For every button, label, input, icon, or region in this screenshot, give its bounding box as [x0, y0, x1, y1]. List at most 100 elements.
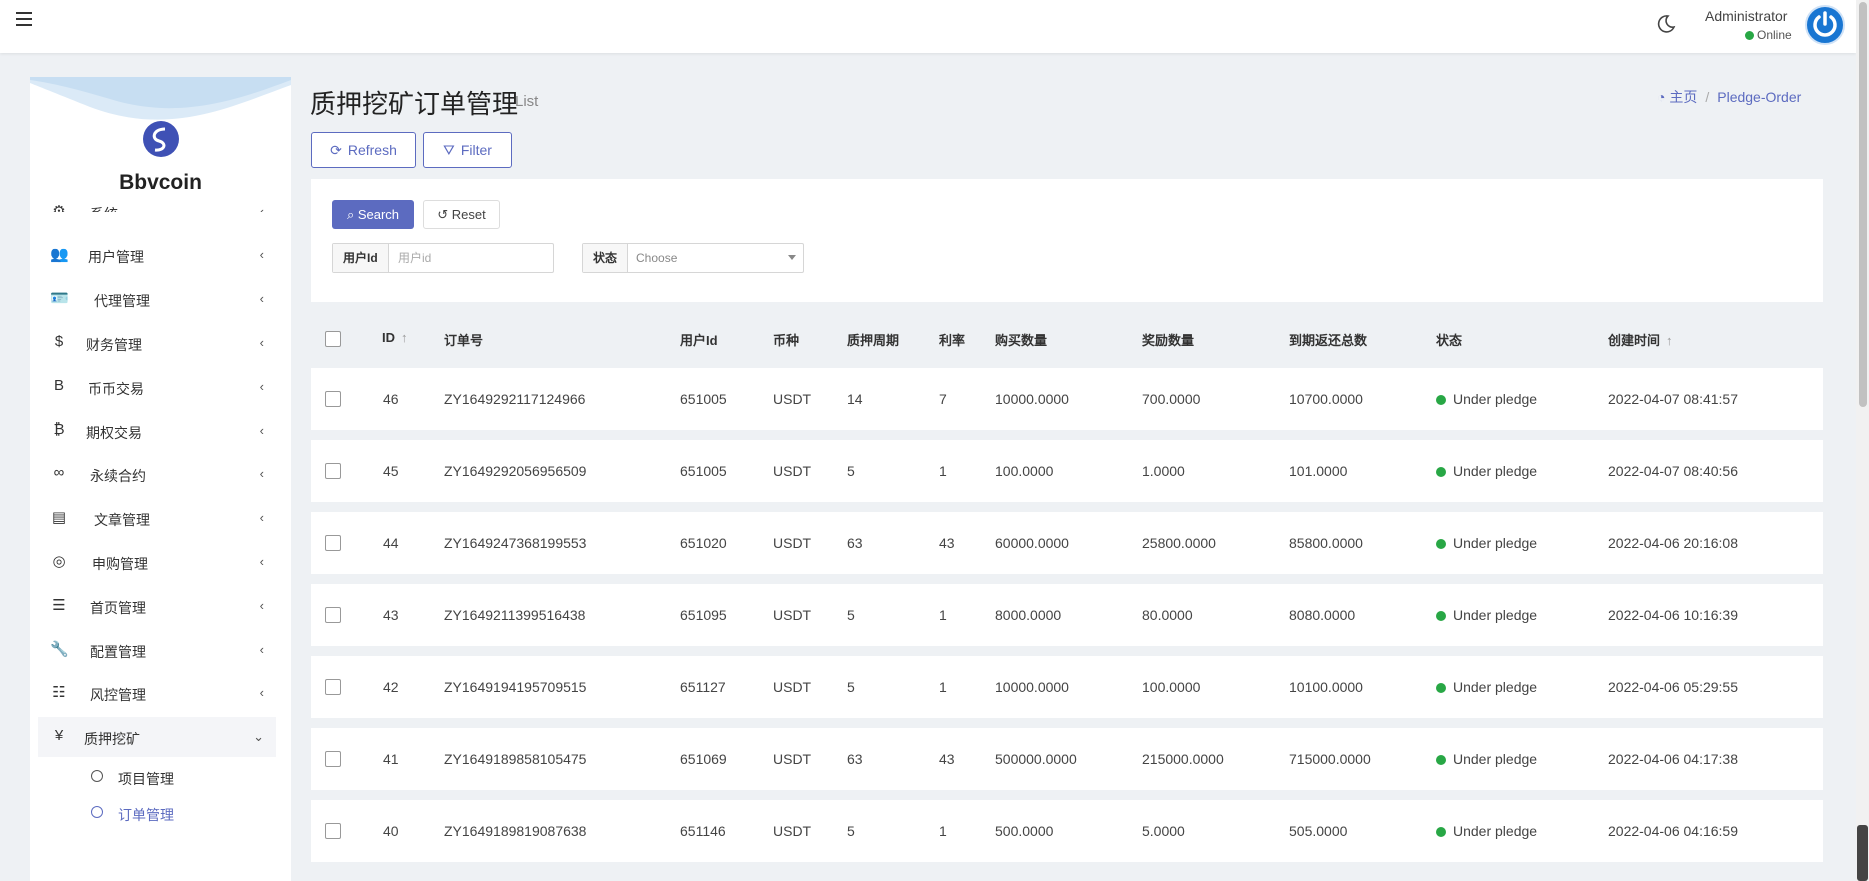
sidebar-item[interactable]: $ 财务管理 ‹: [38, 323, 276, 363]
chevron-left-icon: ‹: [259, 642, 264, 657]
table-cell: 8080.0000: [1289, 607, 1356, 623]
table-cell: 215000.0000: [1142, 751, 1224, 767]
refresh-button[interactable]: ⟳ Refresh: [311, 132, 416, 168]
table-cell: 2022-04-07 08:40:56: [1608, 463, 1738, 479]
sidebar-item-label: 质押挖矿: [84, 731, 140, 747]
user-id-input[interactable]: [389, 244, 553, 272]
sidebar-item-label: 首页管理: [90, 600, 146, 616]
sidebar-item[interactable]: ¥ 质押挖矿 ⌄: [38, 717, 276, 757]
sidebar-item[interactable]: ☰ 首页管理 ‹: [38, 586, 276, 626]
sort-arrow-up-icon[interactable]: ↑: [401, 330, 408, 345]
avatar[interactable]: [1805, 5, 1845, 45]
sidebar-item[interactable]: ⚙ 系统 ‹: [38, 192, 276, 212]
status-text: Under pledge: [1453, 679, 1538, 695]
table-cell: 1.0000: [1142, 463, 1185, 479]
scrollbar-thumb[interactable]: [1859, 2, 1867, 407]
row-checkbox[interactable]: [325, 607, 341, 623]
table-row[interactable]: 44 ZY1649247368199553 651020 USDT 63 43 60000.…: [311, 512, 1823, 574]
column-header[interactable]: ID ↑: [382, 330, 408, 345]
chevron-left-icon: ‹: [259, 554, 264, 569]
column-header[interactable]: 创建时间 ↑: [1608, 330, 1673, 349]
table-cell: 651020: [680, 535, 727, 551]
status-select[interactable]: Choose: [627, 244, 686, 272]
select-all-checkbox[interactable]: [325, 331, 341, 347]
status-text: Under pledge: [1453, 607, 1538, 623]
table-cell: 100.0000: [1142, 679, 1201, 695]
status-badge: Under pledge: [1436, 823, 1537, 839]
sidebar-item[interactable]: 🔧 配置管理 ‹: [38, 630, 276, 670]
sidebar-item-label: 期权交易: [86, 425, 142, 441]
chevron-left-icon: ‹: [259, 598, 264, 613]
sidebar-subitem-label: 订单管理: [118, 807, 174, 823]
table-cell: ZY1649194195709515: [444, 679, 587, 695]
sidebar-item-label: 配置管理: [90, 644, 146, 660]
sidebar-item[interactable]: ▤ 文章管理 ‹: [38, 498, 276, 538]
sidebar-item-label: 申购管理: [92, 556, 148, 572]
table-row[interactable]: 43 ZY1649211399516438 651095 USDT 5 1 8000.000…: [311, 584, 1823, 646]
brand-logo-icon[interactable]: [143, 121, 179, 157]
user-name[interactable]: Administrator: [1705, 8, 1787, 24]
search-icon: ⌕: [346, 207, 355, 222]
sidebar-subitem[interactable]: 项目管理: [38, 760, 276, 794]
table-row[interactable]: 45 ZY1649292056956509 651005 USDT 5 1 100.0000…: [311, 440, 1823, 502]
gear-icon: ⚙: [52, 203, 66, 212]
dark-mode-moon-icon[interactable]: [1656, 14, 1676, 34]
chevron-left-icon: ‹: [259, 510, 264, 525]
undo-icon: ↺: [437, 207, 449, 222]
chevron-left-icon: ‹: [259, 247, 264, 262]
table-cell: 10700.0000: [1289, 391, 1363, 407]
table-cell: 45: [383, 463, 399, 479]
status-badge: Under pledge: [1436, 463, 1537, 479]
table-cell: ZY1649211399516438: [444, 607, 586, 623]
row-checkbox[interactable]: [325, 751, 341, 767]
user-online-status: Online: [1745, 28, 1792, 42]
table-cell: 40: [383, 823, 399, 839]
sidebar-item[interactable]: 🪪 代理管理 ‹: [38, 279, 276, 319]
filter-label: Filter: [460, 142, 492, 158]
filter-button[interactable]: ⛛ Filter: [423, 132, 512, 168]
table-row[interactable]: 40 ZY1649189819087638 651146 USDT 5 1 500.0000…: [311, 800, 1823, 862]
sidebar-item[interactable]: ₿ 期权交易 ‹: [38, 411, 276, 451]
link-icon: ∞: [53, 464, 65, 481]
table-row[interactable]: 46 ZY1649292117124966 651005 USDT 14 7 10000.0…: [311, 368, 1823, 430]
wrench-icon: 🔧: [50, 641, 69, 658]
sidebar-item[interactable]: ∞ 永续合约 ‹: [38, 454, 276, 494]
status-filter[interactable]: 状态 Choose: [582, 243, 804, 273]
row-checkbox[interactable]: [325, 823, 341, 839]
sidebar-item[interactable]: ☷ 风控管理 ‹: [38, 673, 276, 713]
scrollbar-bottom-widget: [1857, 825, 1868, 881]
table-cell: 100.0000: [995, 463, 1054, 479]
user-id-filter: 用户Id: [332, 243, 554, 273]
table-cell: 5: [847, 607, 855, 623]
funnel-icon: ⛛: [443, 142, 455, 158]
table-cell: 700.0000: [1142, 391, 1201, 407]
hamburger-menu-icon[interactable]: [16, 12, 32, 26]
sidebar-item[interactable]: 👥 用户管理 ‹: [38, 235, 276, 275]
breadcrumb-home[interactable]: 主页: [1669, 89, 1697, 105]
sidebar-item[interactable]: ◎ 申购管理 ‹: [38, 542, 276, 582]
sort-arrow-up-icon[interactable]: ↑: [1666, 333, 1673, 348]
table-row[interactable]: 41 ZY1649189858105475 651069 USDT 63 43 500000…: [311, 728, 1823, 790]
row-checkbox[interactable]: [325, 391, 341, 407]
sidebar-item[interactable]: B 币币交易 ‹: [38, 367, 276, 407]
table-cell: USDT: [773, 751, 812, 767]
page-title: 质押挖矿订单管理: [310, 89, 519, 119]
sidebar-subitem[interactable]: 订单管理: [38, 796, 276, 830]
table-cell: 42: [383, 679, 399, 695]
row-checkbox[interactable]: [325, 679, 341, 695]
table-row[interactable]: 42 ZY1649194195709515 651127 USDT 5 1 10000.00…: [311, 656, 1823, 718]
column-header: 奖励数量: [1142, 330, 1194, 349]
newspaper-icon: ▤: [51, 509, 67, 526]
row-checkbox[interactable]: [325, 535, 341, 551]
row-checkbox[interactable]: [325, 463, 341, 479]
breadcrumb-current: Pledge-Order: [1717, 89, 1802, 105]
table-cell: 8000.0000: [995, 607, 1062, 623]
column-header-label: 创建时间: [1608, 333, 1661, 348]
column-header-label: 用户Id: [680, 333, 718, 348]
yen-icon: ¥: [54, 727, 64, 744]
table-cell: USDT: [773, 679, 812, 695]
chevron-left-icon: ‹: [259, 466, 264, 481]
search-button[interactable]: ⌕ Search: [332, 200, 414, 229]
reset-button[interactable]: ↺ Reset: [423, 200, 500, 229]
reset-label: Reset: [451, 207, 486, 222]
